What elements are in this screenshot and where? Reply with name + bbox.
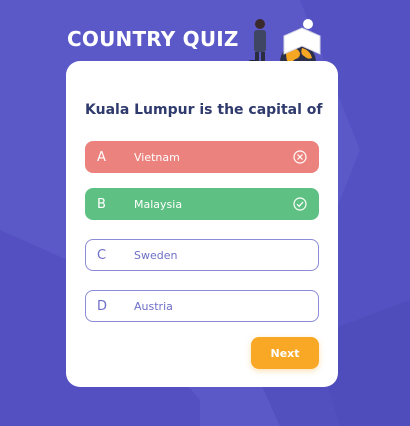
- answer-option-c[interactable]: C Sweden: [85, 239, 319, 271]
- question-text: Kuala Lumpur is the capital of: [85, 102, 323, 118]
- option-label: Malaysia: [134, 197, 183, 211]
- option-label: Vietnam: [134, 150, 180, 164]
- check-circle-icon: [293, 197, 307, 211]
- quiz-card: Kuala Lumpur is the capital of A Vietnam…: [66, 61, 338, 387]
- answer-option-a[interactable]: A Vietnam: [85, 141, 319, 173]
- x-circle-icon: [293, 150, 307, 164]
- option-label: Sweden: [134, 248, 178, 262]
- answer-option-d[interactable]: D Austria: [85, 290, 319, 322]
- option-letter: C: [97, 247, 107, 263]
- answer-option-b[interactable]: B Malaysia: [85, 188, 319, 220]
- page-title: COUNTRY QUIZ: [67, 27, 239, 51]
- option-letter: B: [97, 196, 106, 212]
- option-label: Austria: [134, 299, 173, 313]
- option-letter: D: [97, 298, 108, 314]
- option-letter: A: [97, 149, 106, 165]
- next-button[interactable]: Next: [251, 337, 319, 369]
